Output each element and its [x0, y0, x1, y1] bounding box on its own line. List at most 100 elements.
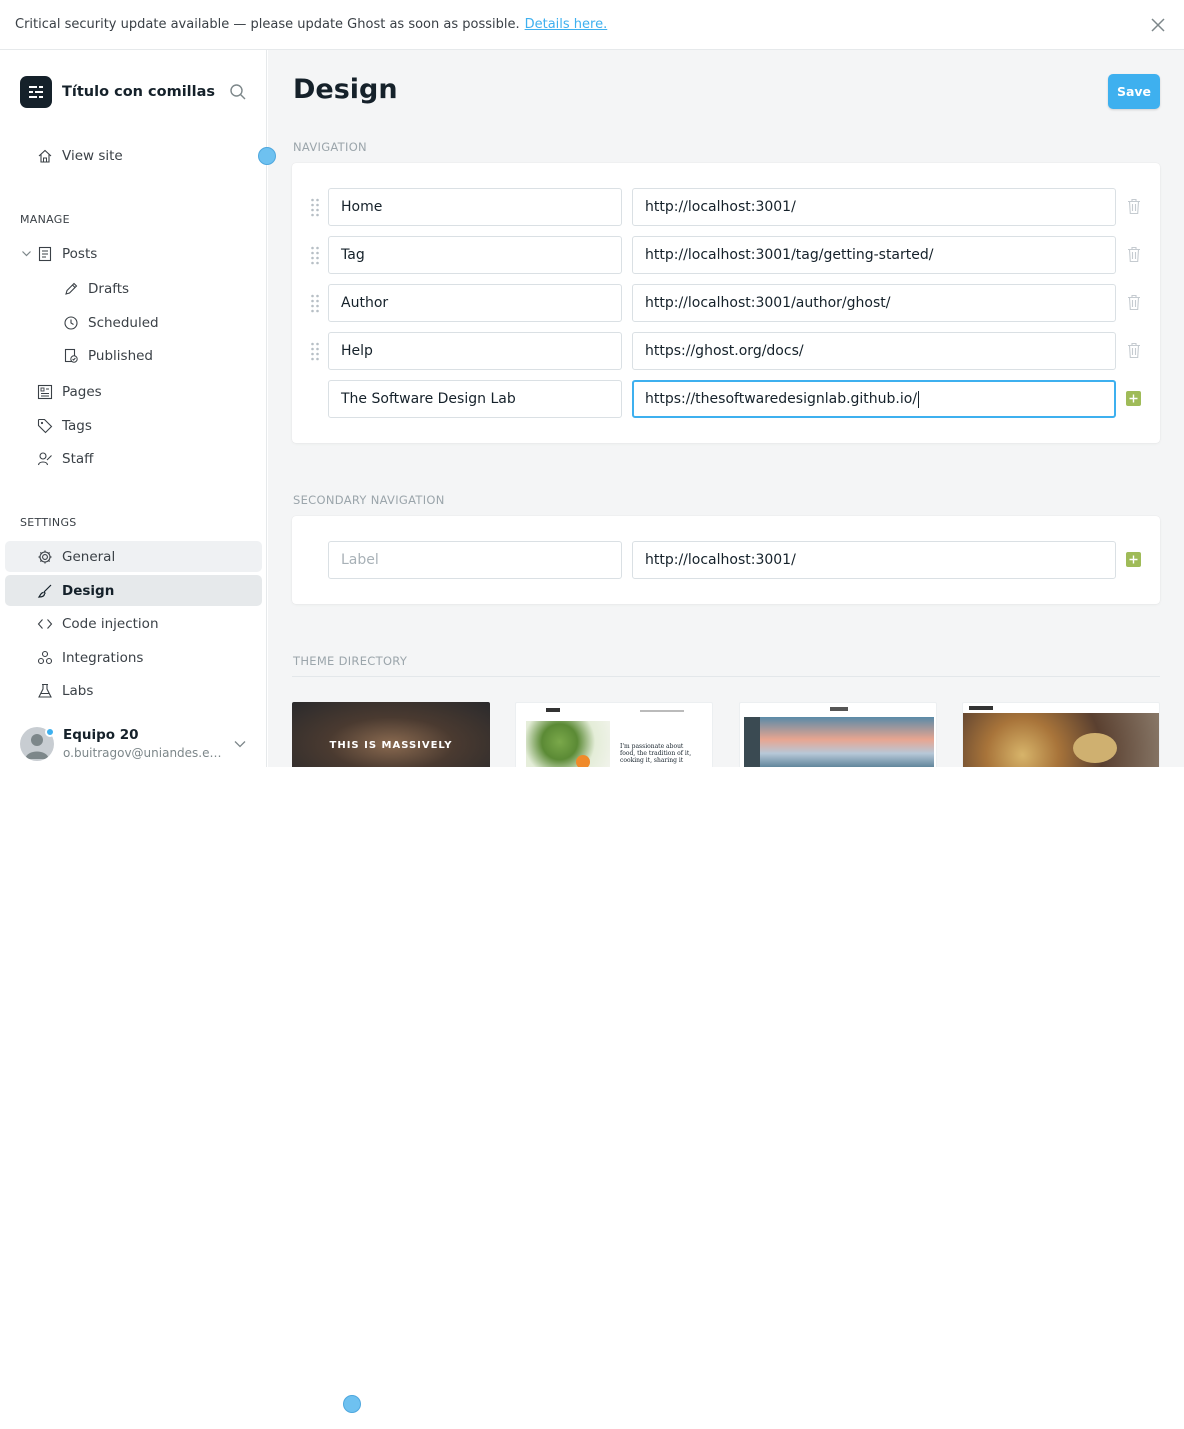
online-status-dot [45, 727, 55, 737]
theme-card-edition[interactable]: I'm passionate about food, the tradition… [515, 702, 713, 767]
theme-card-massively[interactable]: THIS IS MASSIVELY [292, 702, 490, 767]
gear-icon [36, 548, 54, 566]
nav-row: Tag http://localhost:3001/tag/getting-st… [292, 236, 1160, 274]
sidebar-item-labs[interactable]: Labs [5, 675, 262, 706]
nav-row: Help https://ghost.org/docs/ [292, 332, 1160, 370]
user-email: o.buitragov@uniandes.ed... [63, 746, 223, 760]
cursor-indicator-dot [343, 1395, 361, 1413]
theme-image-dish [1073, 733, 1117, 763]
update-banner: Critical security update available — ple… [0, 0, 1184, 50]
nav-url-input[interactable]: http://localhost:3001/ [632, 188, 1116, 226]
secondary-label-input[interactable]: Label [328, 541, 622, 579]
sidebar-item-integrations[interactable]: Integrations [5, 642, 262, 673]
new-nav-label-input[interactable]: The Software Design Lab [328, 380, 622, 418]
theme-image [744, 717, 934, 767]
nav-label-input[interactable]: Help [328, 332, 622, 370]
plus-icon [1129, 555, 1138, 564]
sidebar-item-scheduled[interactable]: Scheduled [5, 307, 262, 338]
secondary-navigation-section-title: SECONDARY NAVIGATION [293, 493, 445, 507]
nav-label-input[interactable]: Tag [328, 236, 622, 274]
brand[interactable]: Título con comillas [20, 76, 215, 108]
sidebar-item-label: Code injection [62, 615, 159, 632]
search-icon[interactable] [228, 82, 248, 102]
sidebar-item-drafts[interactable]: Drafts [5, 273, 262, 304]
secondary-url-input[interactable]: http://localhost:3001/ [632, 541, 1116, 579]
trash-icon[interactable] [1127, 246, 1141, 263]
banner-details-link[interactable]: Details here. [525, 17, 608, 32]
posts-icon [36, 245, 54, 263]
nav-new-row: The Software Design Lab https://thesoftw… [292, 380, 1160, 418]
trash-icon[interactable] [1127, 294, 1141, 311]
sidebar: Título con comillas View site MANAGE Pos… [0, 50, 267, 767]
sidebar-item-label: Drafts [88, 280, 130, 297]
manage-section-label: MANAGE [20, 213, 70, 226]
nav-url-input[interactable]: https://ghost.org/docs/ [632, 332, 1116, 370]
close-icon[interactable] [1148, 15, 1168, 35]
theme-image-edge [744, 717, 760, 767]
nav-label-input[interactable]: Author [328, 284, 622, 322]
theme-image [526, 721, 610, 767]
theme-card-ruby[interactable] [962, 702, 1160, 767]
clock-icon [62, 314, 80, 332]
divider [292, 676, 1160, 677]
page-title: Design [293, 74, 398, 105]
add-nav-item-button[interactable] [1126, 391, 1141, 406]
sidebar-item-label: Posts [62, 245, 98, 262]
sidebar-item-code-injection[interactable]: Code injection [5, 608, 262, 639]
sidebar-item-posts[interactable]: Posts [5, 238, 262, 269]
sidebar-item-staff[interactable]: Staff [5, 443, 262, 474]
sidebar-item-pages[interactable]: Pages [5, 376, 262, 407]
view-site-label: View site [62, 147, 123, 164]
theme-menu [640, 710, 684, 712]
app-shell: Título con comillas View site MANAGE Pos… [0, 50, 1184, 767]
sidebar-item-general[interactable]: General [5, 541, 262, 572]
published-icon [62, 347, 80, 365]
secondary-new-row: Label http://localhost:3001/ [292, 541, 1160, 579]
drag-handle-icon[interactable] [310, 245, 320, 265]
theme-card-london[interactable] [739, 702, 937, 767]
trash-icon[interactable] [1127, 198, 1141, 215]
pencil-icon [62, 280, 80, 298]
plus-icon [1129, 394, 1138, 403]
chevron-down-icon[interactable] [233, 737, 247, 751]
nav-row: Author http://localhost:3001/author/ghos… [292, 284, 1160, 322]
add-secondary-nav-button[interactable] [1126, 552, 1141, 567]
theme-orange [576, 755, 590, 767]
code-icon [36, 615, 54, 633]
save-button[interactable]: Save [1108, 74, 1160, 109]
sidebar-item-label: Tags [62, 417, 92, 434]
sidebar-item-design[interactable]: Design [5, 575, 262, 606]
nav-label-input[interactable]: Home [328, 188, 622, 226]
sidebar-item-label: Published [88, 347, 153, 364]
sidebar-item-label: Integrations [62, 649, 144, 666]
navigation-section-title: NAVIGATION [293, 140, 367, 154]
user-menu[interactable]: Equipo 20 o.buitragov@uniandes.ed... [20, 727, 255, 767]
sidebar-item-published[interactable]: Published [5, 340, 262, 371]
drag-handle-icon[interactable] [310, 293, 320, 313]
theme-directory-section-title: THEME DIRECTORY [293, 654, 408, 668]
theme-logo [830, 707, 848, 711]
nav-row: Home http://localhost:3001/ [292, 188, 1160, 226]
flask-icon [36, 682, 54, 700]
blog-logo-icon [20, 76, 52, 108]
cursor-indicator-dot [258, 147, 276, 165]
nav-url-input[interactable]: http://localhost:3001/tag/getting-starte… [632, 236, 1116, 274]
drag-handle-icon[interactable] [310, 341, 320, 361]
theme-image [963, 713, 1159, 767]
sidebar-item-label: Scheduled [88, 314, 159, 331]
theme-logo [546, 708, 560, 712]
sidebar-item-label: Labs [62, 682, 94, 699]
trash-icon[interactable] [1127, 342, 1141, 359]
blog-title: Título con comillas [62, 84, 216, 100]
chevron-down-icon[interactable] [21, 248, 32, 259]
main-content: Design Save NAVIGATION Home http://local… [268, 50, 1184, 767]
pages-icon [36, 383, 54, 401]
drag-handle-icon[interactable] [310, 197, 320, 217]
sidebar-item-label: Design [62, 582, 115, 599]
home-icon [36, 147, 54, 165]
new-nav-url-input[interactable]: https://thesoftwaredesignlab.github.io/ [632, 380, 1116, 418]
sidebar-item-tags[interactable]: Tags [5, 410, 262, 441]
view-site-link[interactable]: View site [5, 140, 262, 171]
navigation-card: Home http://localhost:3001/ Tag http://l… [292, 163, 1160, 443]
nav-url-input[interactable]: http://localhost:3001/author/ghost/ [632, 284, 1116, 322]
